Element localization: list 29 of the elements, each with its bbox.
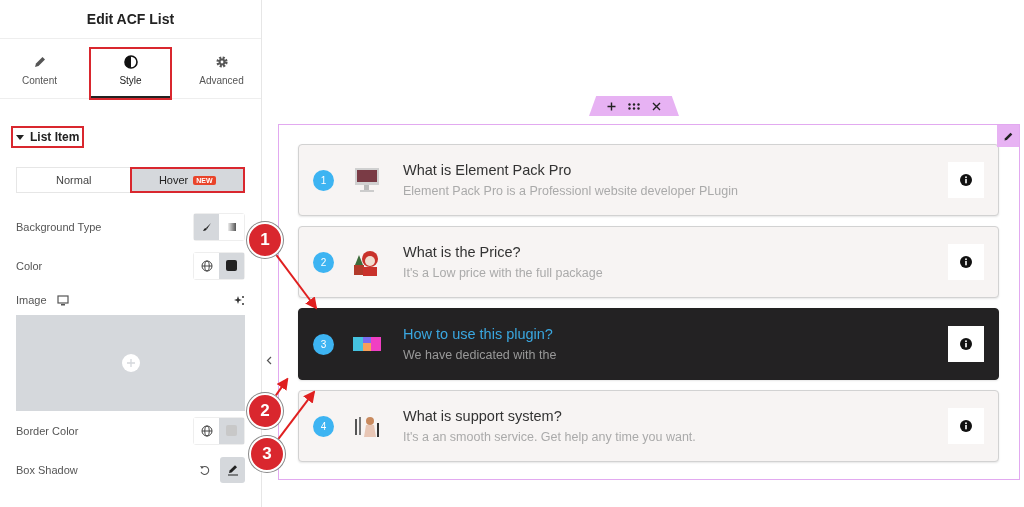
control-label: Background Type [16, 220, 102, 233]
callout-badge: 3 [249, 436, 285, 472]
item-description: We have dedicated with the [403, 348, 558, 362]
panel-tab[interactable]: Advanced [182, 49, 261, 98]
panel-title: Edit ACF List [0, 0, 261, 39]
number-badge: 2 [313, 251, 334, 273]
item-title: What is Element Pack Pro [403, 162, 573, 178]
list-item[interactable]: 3 How to use this plugin? We have dedicated with the [298, 308, 999, 380]
item-title: What is the Price? [403, 244, 522, 260]
number-badge: 4 [313, 415, 334, 437]
list-item[interactable]: 1 What is Element Pack Pro Element Pack Pro is a Professionl website developer PLugin [298, 144, 999, 216]
control-label: Color [16, 259, 43, 272]
item-description: It's a an smooth service. Get help any time you want. [403, 430, 697, 444]
item-description: Element Pack Pro is a Professionl website developer PLugin [403, 184, 739, 198]
panel-tab[interactable]: Style [91, 49, 170, 98]
list-item[interactable]: 2 What is the Price? It's a Low price with the full package [298, 226, 999, 298]
callout-badge: 1 [247, 222, 283, 258]
control-label: Box Shadow [16, 464, 78, 476]
control-label: Image [16, 294, 47, 306]
panel-tab[interactable]: Content [0, 49, 79, 98]
number-badge: 1 [313, 169, 334, 191]
item-title: How to use this plugin? [403, 326, 554, 342]
number-badge: 3 [313, 333, 334, 355]
item-title: What is support system? [403, 408, 563, 424]
list-item[interactable]: 4 What is support system? It's a an smooth service. Get help any time you want. [298, 390, 999, 462]
item-description: It's a Low price with the full package [403, 266, 604, 280]
section-header[interactable]: List Item [12, 127, 84, 147]
control-label: Border Color [16, 424, 79, 437]
callout-badge: 2 [247, 393, 283, 429]
